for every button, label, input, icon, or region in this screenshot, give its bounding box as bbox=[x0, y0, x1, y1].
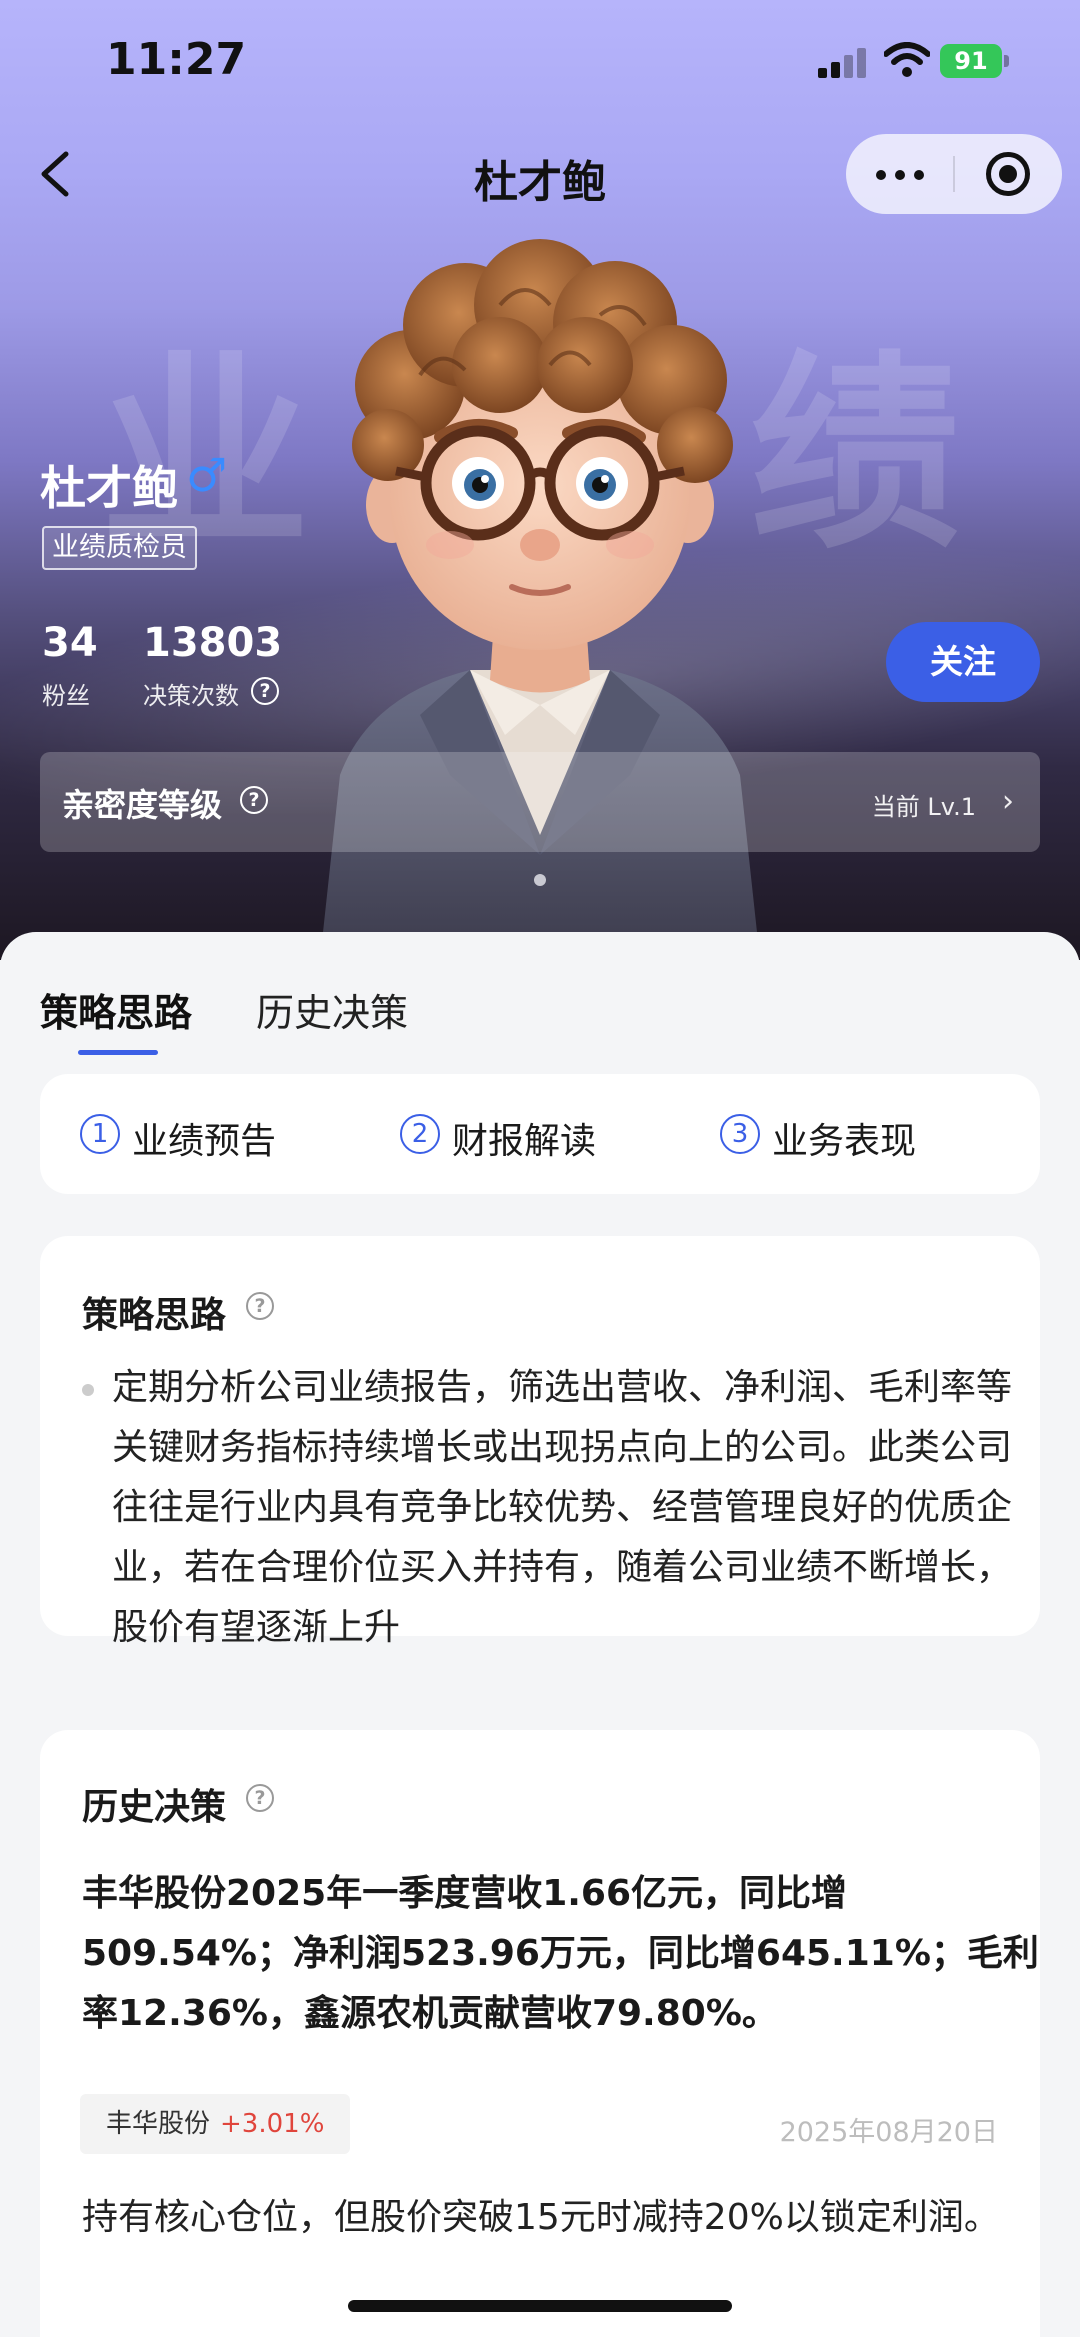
help-icon[interactable]: ? bbox=[251, 677, 279, 705]
help-icon[interactable]: ? bbox=[246, 1292, 274, 1320]
battery-icon: 91 bbox=[940, 44, 1010, 78]
step-label: 财报解读 bbox=[452, 1121, 597, 1162]
step-label: 业务表现 bbox=[772, 1121, 917, 1162]
signal-icon bbox=[818, 48, 868, 78]
stock-change: +3.01% bbox=[220, 2109, 325, 2139]
tab-history[interactable]: 历史决策 bbox=[256, 982, 408, 1037]
fans-label: 粉丝 bbox=[42, 682, 90, 710]
home-indicator bbox=[348, 2300, 732, 2312]
intimacy-level-bar[interactable]: 亲密度等级 ? 当前 Lv.1 › bbox=[40, 752, 1040, 852]
fans-count[interactable]: 34 bbox=[42, 620, 98, 666]
status-time: 11:27 bbox=[106, 34, 247, 85]
stock-name: 丰华股份 bbox=[106, 2109, 211, 2139]
battery-level: 91 bbox=[940, 44, 1002, 78]
follow-button[interactable]: 关注 bbox=[886, 622, 1040, 702]
history-title: 历史决策 bbox=[82, 1787, 227, 1828]
step-label: 业绩预告 bbox=[132, 1121, 277, 1162]
hero-watermark-right: 绩 bbox=[750, 332, 961, 577]
chevron-right-icon: › bbox=[1002, 784, 1014, 819]
decisions-count: 13803 bbox=[143, 620, 283, 666]
miniprogram-capsule bbox=[846, 134, 1062, 214]
intimacy-title: 亲密度等级 bbox=[62, 786, 223, 824]
decision-summary: 丰华股份2025年一季度营收1.66亿元，同比增509.54%；净利润523.9… bbox=[82, 1873, 1039, 2034]
step-number: 1 bbox=[80, 1114, 120, 1154]
profile-role-badge: 业绩质检员 bbox=[42, 526, 197, 570]
strategy-title: 策略思路 bbox=[82, 1295, 227, 1336]
wifi-icon bbox=[884, 42, 930, 77]
close-miniprogram-icon[interactable] bbox=[954, 134, 1062, 214]
active-tab-indicator bbox=[78, 1050, 158, 1055]
intimacy-level-value: 当前 Lv.1 bbox=[871, 793, 976, 821]
help-icon[interactable]: ? bbox=[246, 1784, 274, 1812]
decision-date: 2025年08月20日 bbox=[779, 2117, 998, 2148]
bullet-dot bbox=[82, 1384, 94, 1396]
decision-action: 持有核心仓位，但股价突破15元时减持20%以锁定利润。 bbox=[82, 2197, 1000, 2238]
history-card: 历史决策 ? 丰华股份2025年一季度营收1.66亿元，同比增509.54%；净… bbox=[40, 1730, 1040, 2337]
content-panel: 策略思路 历史决策 1 业绩预告 2 财报解读 3 业务表现 策略思路 ? 定期… bbox=[0, 932, 1080, 2337]
more-icon[interactable] bbox=[846, 134, 954, 214]
decisions-label: 决策次数 bbox=[143, 682, 239, 710]
strategy-card: 策略思路 ? 定期分析公司业绩报告，筛选出营收、净利润、毛利率等关键财务指标持续… bbox=[40, 1236, 1040, 1648]
help-icon[interactable]: ? bbox=[240, 786, 268, 814]
stock-tag[interactable]: 丰华股份 +3.01% bbox=[80, 2094, 351, 2154]
step-number: 3 bbox=[720, 1114, 760, 1154]
gender-male-icon: ♂ bbox=[186, 448, 228, 502]
strategy-description: 定期分析公司业绩报告，筛选出营收、净利润、毛利率等关键财务指标持续增长或出现拐点… bbox=[112, 1367, 1013, 1648]
strategy-steps: 1 业绩预告 2 财报解读 3 业务表现 bbox=[40, 1074, 1040, 1194]
status-bar: 11:27 91 bbox=[0, 0, 1080, 120]
back-icon[interactable] bbox=[34, 148, 78, 200]
tab-strategy[interactable]: 策略思路 bbox=[40, 982, 192, 1037]
step-number: 2 bbox=[400, 1114, 440, 1154]
profile-name: 杜才鲍 bbox=[40, 461, 178, 515]
profile-hero: 业 绩 11:27 91 杜才鲍 杜才鲍 ♂ 业绩质检员 34 粉丝 13803… bbox=[0, 0, 1080, 960]
